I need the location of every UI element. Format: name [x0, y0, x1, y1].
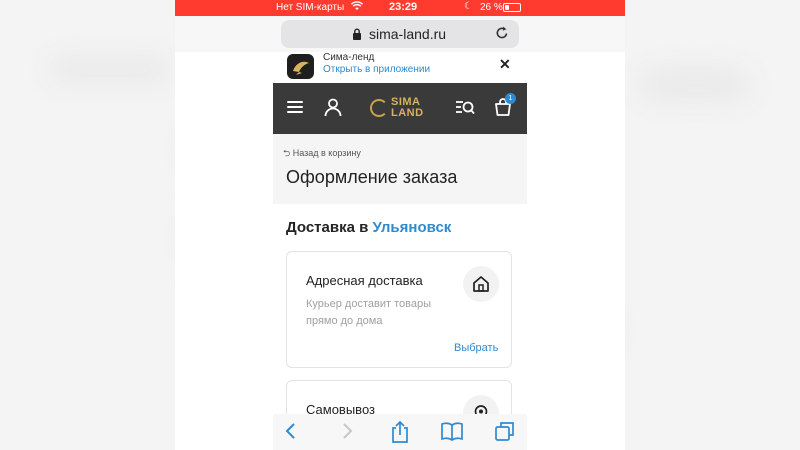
phone-screen: Нет SIM-карты 23:29 ☾ 26 % sima-land.ru … — [175, 0, 625, 450]
carrier-label: Нет SIM-карты — [276, 2, 345, 13]
tabs-icon[interactable] — [494, 420, 516, 442]
delivery-card: Доставка в Ульяновск Адресная доставка К… — [273, 204, 527, 440]
app-name: Сима-ленд — [323, 52, 375, 63]
page-title: Оформление заказа — [286, 167, 458, 187]
url-text: sima-land.ru — [369, 26, 447, 42]
bookmarks-icon[interactable] — [440, 420, 464, 442]
back-icon[interactable] — [283, 420, 299, 442]
app-icon[interactable] — [287, 54, 314, 79]
open-in-app-link[interactable]: Открыть в приложении — [323, 64, 430, 75]
hamburger-menu-icon[interactable] — [287, 101, 303, 113]
cart-count-badge: 1 — [505, 93, 516, 104]
app-install-banner: Сима-ленд Открыть в приложении ✕ — [273, 52, 527, 83]
browser-toolbar — [273, 414, 527, 450]
battery-icon — [503, 3, 521, 12]
wifi-icon — [350, 1, 364, 14]
option-description: Курьер доставит товары прямо до дома — [306, 298, 431, 327]
logo-text-line2: LAND — [391, 107, 424, 119]
browser-address-bar: sima-land.ru — [175, 16, 625, 52]
moon-icon: ☾ — [464, 1, 473, 12]
search-catalog-icon[interactable] — [455, 99, 475, 117]
url-field[interactable]: sima-land.ru — [281, 20, 519, 48]
battery-percent: 26 % — [480, 2, 503, 13]
share-icon[interactable] — [390, 420, 410, 444]
checkout-content: ⮌ Назад в корзину Оформление заказа Дост… — [273, 134, 527, 440]
reload-icon[interactable] — [495, 25, 509, 44]
background-blur-shape — [50, 60, 170, 80]
battery-level — [505, 5, 509, 10]
lock-icon — [353, 28, 361, 40]
option-title: Адресная доставка — [306, 273, 423, 288]
delivery-heading-prefix: Доставка в — [286, 219, 373, 236]
forward-icon — [343, 423, 353, 439]
back-to-cart-link[interactable]: ⮌ Назад в корзину — [283, 146, 361, 162]
user-profile-icon[interactable] — [323, 97, 343, 117]
logo-mark-icon — [370, 99, 388, 117]
sima-land-logo[interactable]: SIMA LAND — [370, 95, 432, 123]
address-delivery-option[interactable]: Адресная доставка Курьер доставит товары… — [286, 251, 512, 368]
background-blur-shape — [640, 70, 750, 100]
select-button[interactable]: Выбрать — [454, 342, 498, 354]
home-icon — [463, 266, 499, 302]
close-banner-button[interactable]: ✕ — [499, 56, 511, 73]
site-header: SIMA LAND 1 — [273, 83, 527, 134]
clock: 23:29 — [389, 1, 418, 13]
delivery-heading: Доставка в Ульяновск — [286, 219, 451, 236]
delivery-city-link[interactable]: Ульяновск — [373, 219, 452, 236]
status-bar: Нет SIM-карты 23:29 ☾ 26 % — [175, 0, 625, 16]
